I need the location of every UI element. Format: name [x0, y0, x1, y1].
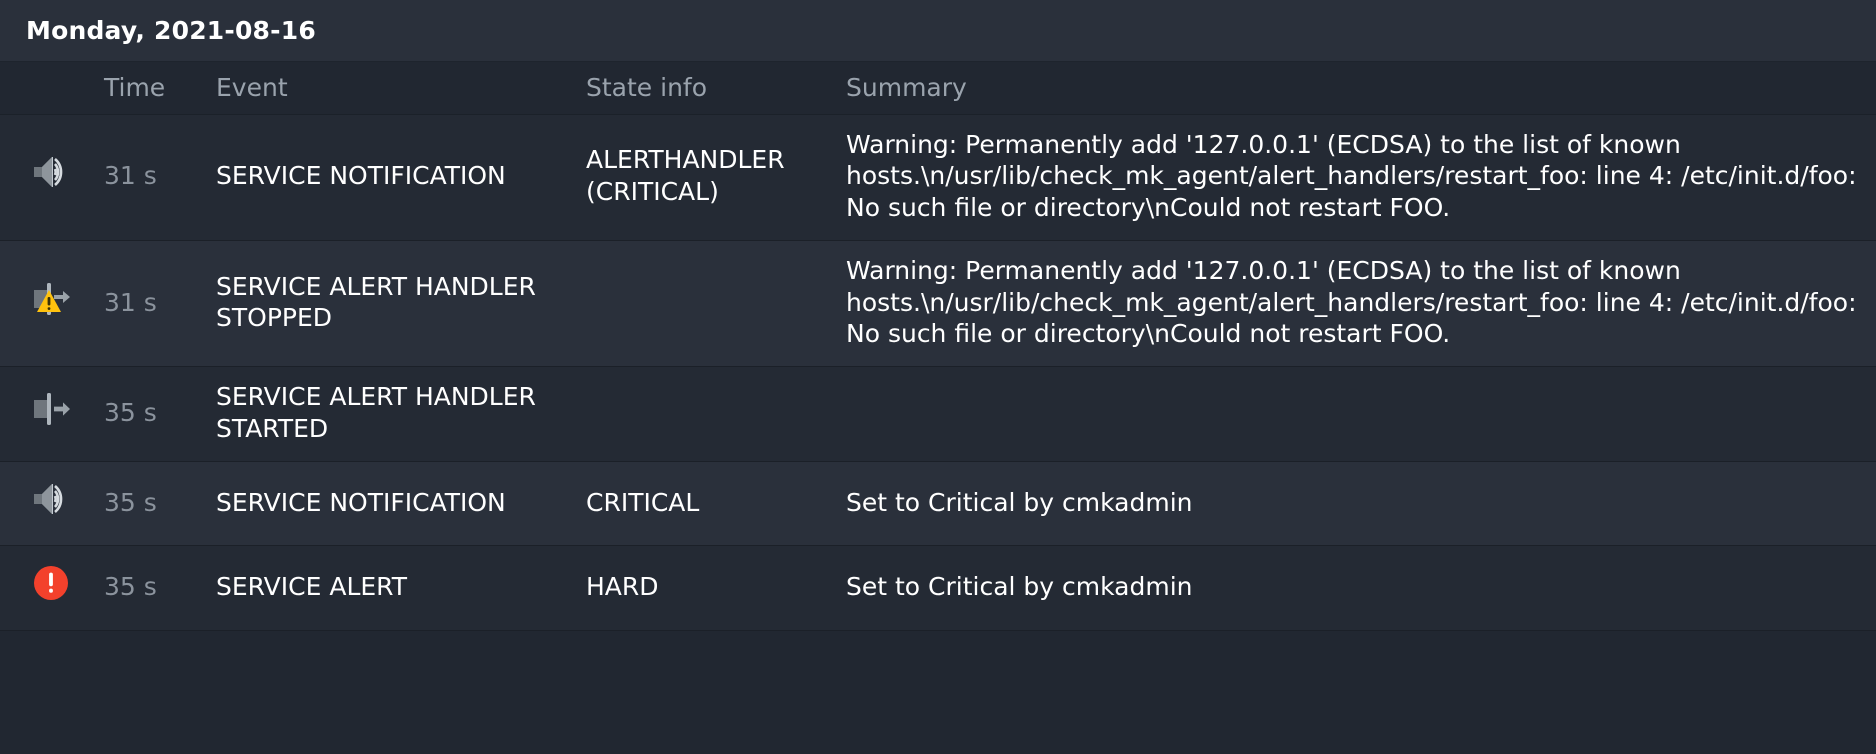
row-icon-cell	[0, 367, 100, 462]
column-header-summary[interactable]: Summary	[838, 62, 1876, 115]
row-icon-cell	[0, 461, 100, 546]
row-summary	[838, 367, 1876, 462]
row-summary: Warning: Permanently add '127.0.0.1' (EC…	[838, 114, 1876, 240]
table-body: 31 s SERVICE NOTIFICATION ALERTHANDLER (CR…	[0, 114, 1876, 631]
row-event-label: SERVICE ALERT HANDLER STOPPED	[216, 271, 536, 333]
row-summary-label: Set to Critical by cmkadmin	[846, 572, 1193, 602]
row-icon-cell	[0, 546, 100, 631]
critical-alert-icon	[28, 560, 74, 606]
table-head: Time Event State info Summary	[0, 62, 1876, 115]
column-header-time[interactable]: Time	[100, 62, 208, 115]
alert-handler-stopped-icon	[28, 276, 74, 322]
row-state-info-label: CRITICAL	[586, 487, 700, 517]
row-event: SERVICE ALERT HANDLER STARTED	[208, 367, 578, 462]
row-summary-label: Warning: Permanently add '127.0.0.1' (EC…	[846, 129, 1857, 223]
event-log-table: Time Event State info Summary 31 s SERVIC…	[0, 62, 1876, 631]
row-time: 35 s	[104, 397, 157, 427]
row-summary-label: Set to Critical by cmkadmin	[846, 487, 1193, 517]
alert-handler-started-icon	[28, 386, 74, 432]
row-icon-cell	[0, 114, 100, 240]
row-time: 35 s	[104, 487, 157, 517]
table-row[interactable]: 35 s SERVICE ALERT HANDLER STARTED	[0, 366, 1876, 462]
row-event: SERVICE ALERT	[208, 546, 578, 631]
date-header-label: Monday, 2021-08-16	[26, 16, 316, 45]
speaker-notification-icon	[28, 476, 74, 522]
row-icon-cell	[0, 240, 100, 366]
row-event: SERVICE NOTIFICATION	[208, 114, 578, 240]
row-time: 35 s	[104, 572, 157, 602]
table-row[interactable]: 35 s SERVICE NOTIFICATION CRITICAL Set to C…	[0, 461, 1876, 546]
row-event-label: SERVICE ALERT HANDLER STARTED	[216, 382, 536, 443]
row-state-info: HARD	[578, 546, 838, 631]
table-header-row: Time Event State info Summary	[0, 62, 1876, 115]
row-event: SERVICE ALERT HANDLER STOPPED	[208, 240, 578, 366]
row-state-info-label: HARD	[586, 572, 659, 602]
row-event: SERVICE NOTIFICATION	[208, 461, 578, 546]
row-time: 31 s	[104, 161, 157, 191]
column-header-icon[interactable]	[0, 62, 100, 115]
date-header: Monday, 2021-08-16	[0, 0, 1876, 62]
row-summary: Set to Critical by cmkadmin	[838, 546, 1876, 631]
row-state-info-label: ALERTHANDLER (CRITICAL)	[586, 145, 785, 207]
row-summary: Warning: Permanently add '127.0.0.1' (EC…	[838, 240, 1876, 366]
row-summary: Set to Critical by cmkadmin	[838, 461, 1876, 546]
row-state-info	[578, 367, 838, 462]
event-history-view: Monday, 2021-08-16 Time Event State info…	[0, 0, 1876, 754]
row-summary-label: Warning: Permanently add '127.0.0.1' (EC…	[846, 255, 1857, 349]
row-time: 31 s	[104, 287, 157, 317]
row-state-info: CRITICAL	[578, 461, 838, 546]
table-row[interactable]: 31 s SERVICE ALERT HANDLER STOPPED Warning…	[0, 240, 1876, 367]
column-header-event[interactable]: Event	[208, 62, 578, 115]
row-event-label: SERVICE NOTIFICATION	[216, 487, 506, 517]
speaker-notification-icon	[28, 149, 74, 195]
table-row[interactable]: 31 s SERVICE NOTIFICATION ALERTHANDLER (CR…	[0, 114, 1876, 241]
table-row[interactable]: 35 s SERVICE ALERT HARD Set to Critical by …	[0, 545, 1876, 631]
column-header-state-info[interactable]: State info	[578, 62, 838, 115]
row-event-label: SERVICE ALERT	[216, 572, 407, 602]
row-event-label: SERVICE NOTIFICATION	[216, 161, 506, 191]
row-state-info: ALERTHANDLER (CRITICAL)	[578, 114, 838, 240]
row-state-info	[578, 240, 838, 366]
